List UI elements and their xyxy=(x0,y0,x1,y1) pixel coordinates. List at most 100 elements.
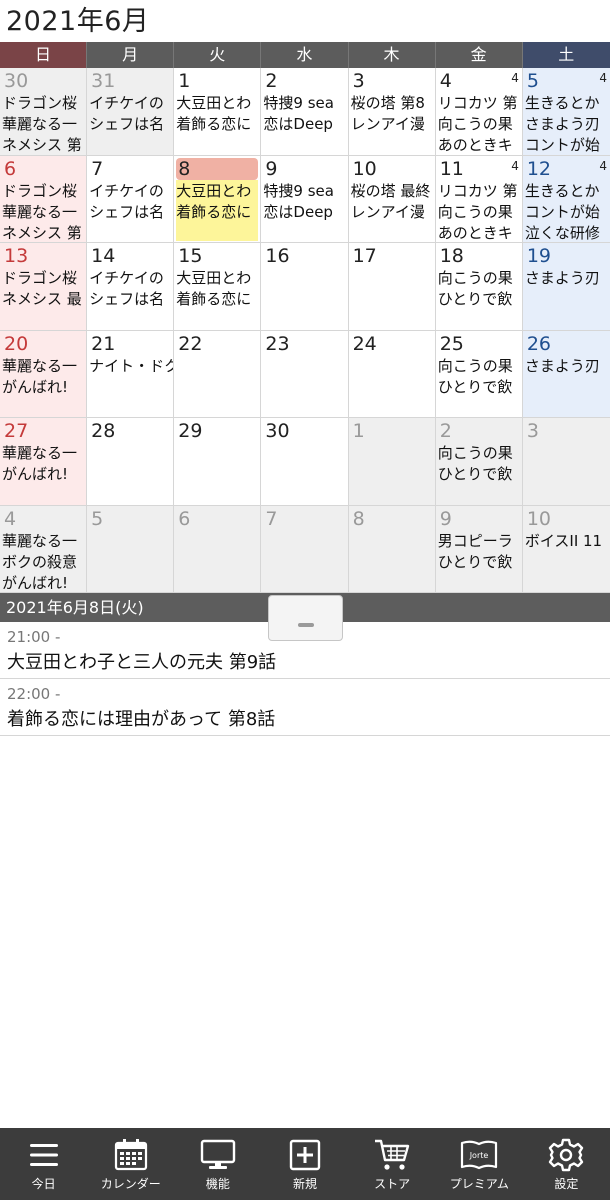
day-event-label: あのときキ xyxy=(437,136,513,154)
day-cell[interactable]: 6 xyxy=(174,505,262,593)
day-cell[interactable]: 11 4 リコカツ 第向こうの果 あのときキ xyxy=(435,155,523,243)
day-events: ドラゴン桜 ネメシス 最 xyxy=(2,268,86,310)
day-event-label: あのときキ xyxy=(437,223,513,242)
day-cell[interactable]: 9 男コピーラ ひとりで飲 xyxy=(435,505,523,593)
day-event-label: 生きるとか xyxy=(524,94,600,112)
day-events: さまよう刃 xyxy=(525,268,610,289)
day-event-label: コントが始 xyxy=(524,136,600,154)
day-cell[interactable]: 5 xyxy=(87,505,175,593)
day-cell[interactable]: 1 xyxy=(348,418,436,506)
day-cell[interactable]: 20 華麗なる一 がんばれ! xyxy=(0,330,88,418)
day-cell[interactable]: 15 大豆田とわ 着飾る恋に xyxy=(174,243,262,331)
day-number: 3 xyxy=(352,70,365,92)
weekday-mon: 月 xyxy=(87,42,175,68)
day-cell[interactable]: 8 大豆田とわ 着飾る恋に xyxy=(174,155,262,243)
day-number: 17 xyxy=(352,245,377,267)
day-number: 5 xyxy=(91,507,104,530)
day-number: 18 xyxy=(439,245,464,267)
day-cell[interactable]: 2 特捜9 sea 恋はDeep xyxy=(261,68,349,156)
day-cell[interactable]: 3 xyxy=(522,418,610,506)
day-cell[interactable]: 21 ナイト・ドク xyxy=(87,330,175,418)
day-cell[interactable]: 16 xyxy=(261,243,349,331)
day-event-label: 特捜9 sea xyxy=(263,94,334,112)
weekday-tue: 火 xyxy=(174,42,262,68)
day-event-label: ひとりで飲 xyxy=(437,377,513,396)
day-number: 1 xyxy=(178,70,191,92)
day-cell[interactable]: 10 ボイスII 11 xyxy=(522,505,610,593)
day-events: 華麗なる一 がんばれ! xyxy=(2,443,86,485)
day-cell[interactable]: 3 桜の塔 第8 レンアイ漫 xyxy=(348,68,436,156)
day-event-label: 向こうの果 xyxy=(437,202,513,221)
day-cell[interactable]: 4 華麗なる一 ボクの殺意 がんばれ! xyxy=(0,505,88,593)
day-event-label: 恋はDeep xyxy=(263,115,333,133)
day-cell[interactable]: 7 イチケイの シェフは名 xyxy=(87,155,175,243)
nav-store-button[interactable]: ストア xyxy=(349,1128,436,1200)
event-time: 22:00 - xyxy=(7,685,61,703)
nav-today-button[interactable]: 今日 xyxy=(0,1128,87,1200)
nav-settings-button[interactable]: 設定 xyxy=(523,1128,610,1200)
day-cell[interactable]: 1 大豆田とわ 着飾る恋に xyxy=(174,68,262,156)
day-cell[interactable]: 19 さまよう刃 xyxy=(522,243,610,331)
calendar-icon xyxy=(111,1136,151,1174)
day-cell[interactable]: 29 xyxy=(174,418,262,506)
day-cell[interactable]: 24 xyxy=(348,330,436,418)
day-event-label: ネメシス 最 xyxy=(2,290,82,308)
day-cell[interactable]: 4 4 リコカツ 第向こうの果 あのときキ xyxy=(435,68,523,156)
day-event-label: ひとりで飲 xyxy=(437,290,513,308)
nav-calendar-button[interactable]: カレンダー xyxy=(87,1128,174,1200)
day-cell[interactable]: 14 イチケイの シェフは名 xyxy=(87,243,175,331)
day-cell[interactable]: 28 xyxy=(87,418,175,506)
day-cell[interactable]: 18 向こうの果 ひとりで飲 xyxy=(435,243,523,331)
day-cell[interactable]: 6 ドラゴン桜 華麗なる一 ネメシス 第 xyxy=(0,155,88,243)
day-event-label: 泣くな研修 xyxy=(524,223,600,242)
day-event-label: 大豆田とわ xyxy=(176,181,252,200)
nav-features-button[interactable]: 機能 xyxy=(174,1128,261,1200)
nav-new-button[interactable]: 新規 xyxy=(261,1128,348,1200)
day-cell[interactable]: 22 xyxy=(174,330,262,418)
weekday-wed: 水 xyxy=(261,42,349,68)
day-cell[interactable]: 7 xyxy=(261,505,349,593)
day-cell[interactable]: 30 ドラゴン桜 華麗なる一 ネメシス 第 xyxy=(0,68,88,156)
day-events: 向こうの果 ひとりで飲 xyxy=(438,443,522,485)
day-number: 16 xyxy=(265,245,290,267)
day-event-label: シェフは名 xyxy=(89,290,165,308)
day-number: 6 xyxy=(178,507,191,530)
nav-premium-button[interactable]: Jorte プレミアム xyxy=(436,1128,523,1200)
day-number: 8 xyxy=(352,507,365,530)
day-cell[interactable]: 13 ドラゴン桜 ネメシス 最 xyxy=(0,243,88,331)
day-number: 11 xyxy=(439,157,464,180)
day-event-label: ネメシス 第 xyxy=(2,136,82,154)
day-cell[interactable]: 17 xyxy=(348,243,436,331)
day-event-label: 恋はDeep xyxy=(263,202,333,221)
month-title[interactable]: 2021年6月 xyxy=(6,4,149,40)
day-events: 大豆田とわ 着飾る恋に xyxy=(176,93,260,135)
day-cell[interactable]: 12 4 生きるとか コントが始 泣くな研修 xyxy=(522,155,610,243)
day-event-label: 男コピーラ xyxy=(437,531,513,550)
day-events: イチケイの シェフは名 xyxy=(89,268,173,310)
day-event-label: ひとりで飲 xyxy=(437,552,513,571)
day-event-label: レンアイ漫 xyxy=(350,202,425,221)
day-number: 30 xyxy=(4,70,29,92)
day-cell[interactable]: 5 4 生きるとか さまよう刃 コントが始 xyxy=(522,68,610,156)
event-item[interactable]: 22:00 - 着飾る恋には理由があって 第8話 xyxy=(0,679,610,736)
day-cell[interactable]: 10 桜の塔 最終 レンアイ漫 xyxy=(348,155,436,243)
day-cell[interactable]: 27 華麗なる一 がんばれ! xyxy=(0,418,88,506)
menu-icon xyxy=(24,1136,64,1174)
day-cell[interactable]: 8 xyxy=(348,505,436,593)
day-cell[interactable]: 2 向こうの果 ひとりで飲 xyxy=(435,418,523,506)
day-number: 31 xyxy=(91,70,116,92)
day-event-label: さまよう刃 xyxy=(524,269,600,287)
day-cell[interactable]: 9 特捜9 sea 恋はDeep xyxy=(261,155,349,243)
day-number: 3 xyxy=(526,420,539,442)
day-cell[interactable]: 26 さまよう刃 xyxy=(522,330,610,418)
day-cell[interactable]: 30 xyxy=(261,418,349,506)
event-item[interactable]: 21:00 - 大豆田とわ子と三人の元夫 第9話 xyxy=(0,622,610,679)
day-number: 10 xyxy=(526,507,552,530)
day-cell[interactable]: 23 xyxy=(261,330,349,418)
day-cell[interactable]: 31 イチケイの シェフは名 xyxy=(87,68,175,156)
day-event-label: シェフは名 xyxy=(89,115,165,133)
day-cell[interactable]: 25 向こうの果 ひとりで飲 xyxy=(435,330,523,418)
day-event-label: 華麗なる一 xyxy=(2,202,78,221)
day-event-label: 向こうの果 xyxy=(437,115,513,133)
day-event-list: 21:00 - 大豆田とわ子と三人の元夫 第9話 22:00 - 着飾る恋には理… xyxy=(0,622,610,736)
